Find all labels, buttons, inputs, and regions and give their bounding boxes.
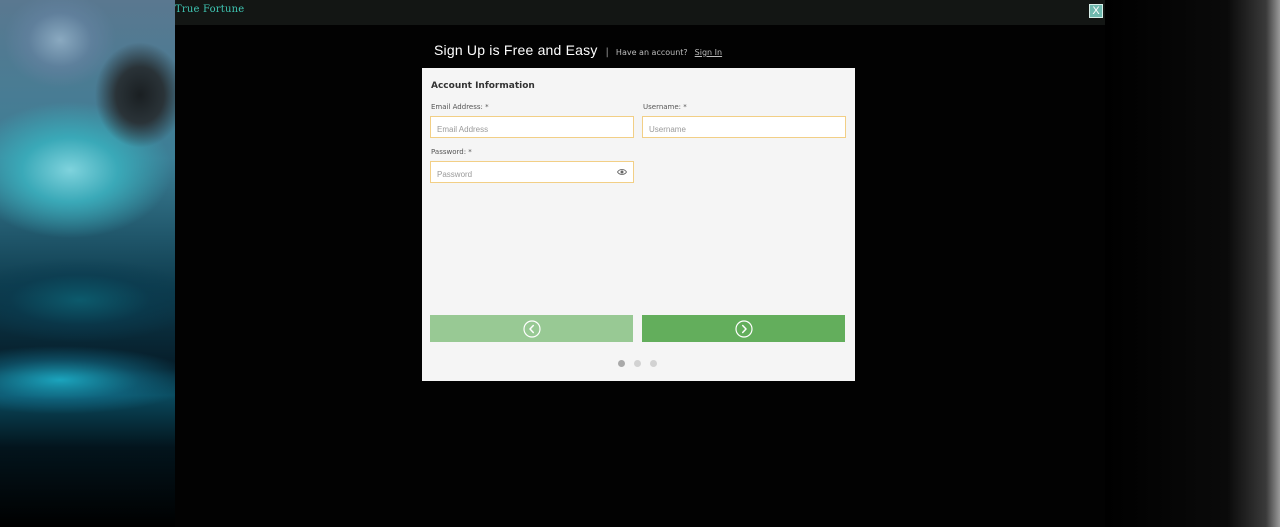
step-dot-1[interactable] — [618, 360, 625, 367]
section-title: Account Information — [431, 81, 535, 91]
close-button[interactable]: X — [1089, 4, 1103, 18]
header-separator: | — [605, 47, 609, 58]
password-field[interactable] — [431, 164, 633, 185]
email-field-wrapper — [430, 116, 634, 140]
username-field-wrapper — [642, 116, 846, 140]
signup-header: Sign Up is Free and Easy | Have an accou… — [434, 42, 722, 62]
password-label: Password: * — [431, 148, 472, 156]
background-art-right — [1105, 0, 1280, 527]
chevron-right-icon — [734, 319, 753, 338]
brand-name: True Fortune — [175, 4, 245, 15]
next-step-button[interactable] — [642, 315, 845, 342]
email-field[interactable] — [431, 119, 633, 140]
previous-step-button[interactable] — [430, 315, 633, 342]
sign-in-link[interactable]: Sign In — [695, 48, 722, 57]
username-field[interactable] — [643, 119, 845, 140]
have-account-text: Have an account? — [615, 48, 688, 57]
background-art-left — [0, 0, 175, 527]
chevron-left-icon — [522, 319, 541, 338]
page-title: Sign Up is Free and Easy — [434, 42, 598, 58]
username-label: Username: * — [643, 103, 687, 111]
modal-topbar: True Fortune X — [175, 0, 1105, 25]
step-dot-2[interactable] — [634, 360, 641, 367]
step-dot-3[interactable] — [650, 360, 657, 367]
eye-icon[interactable] — [617, 168, 627, 176]
password-field-wrapper — [430, 161, 634, 185]
signup-modal-overlay: True Fortune X Sign Up is Free and Easy … — [175, 0, 1105, 527]
step-indicator — [618, 360, 657, 367]
signup-form-card: Account Information Email Address: * Use… — [422, 68, 855, 381]
email-label: Email Address: * — [431, 103, 489, 111]
